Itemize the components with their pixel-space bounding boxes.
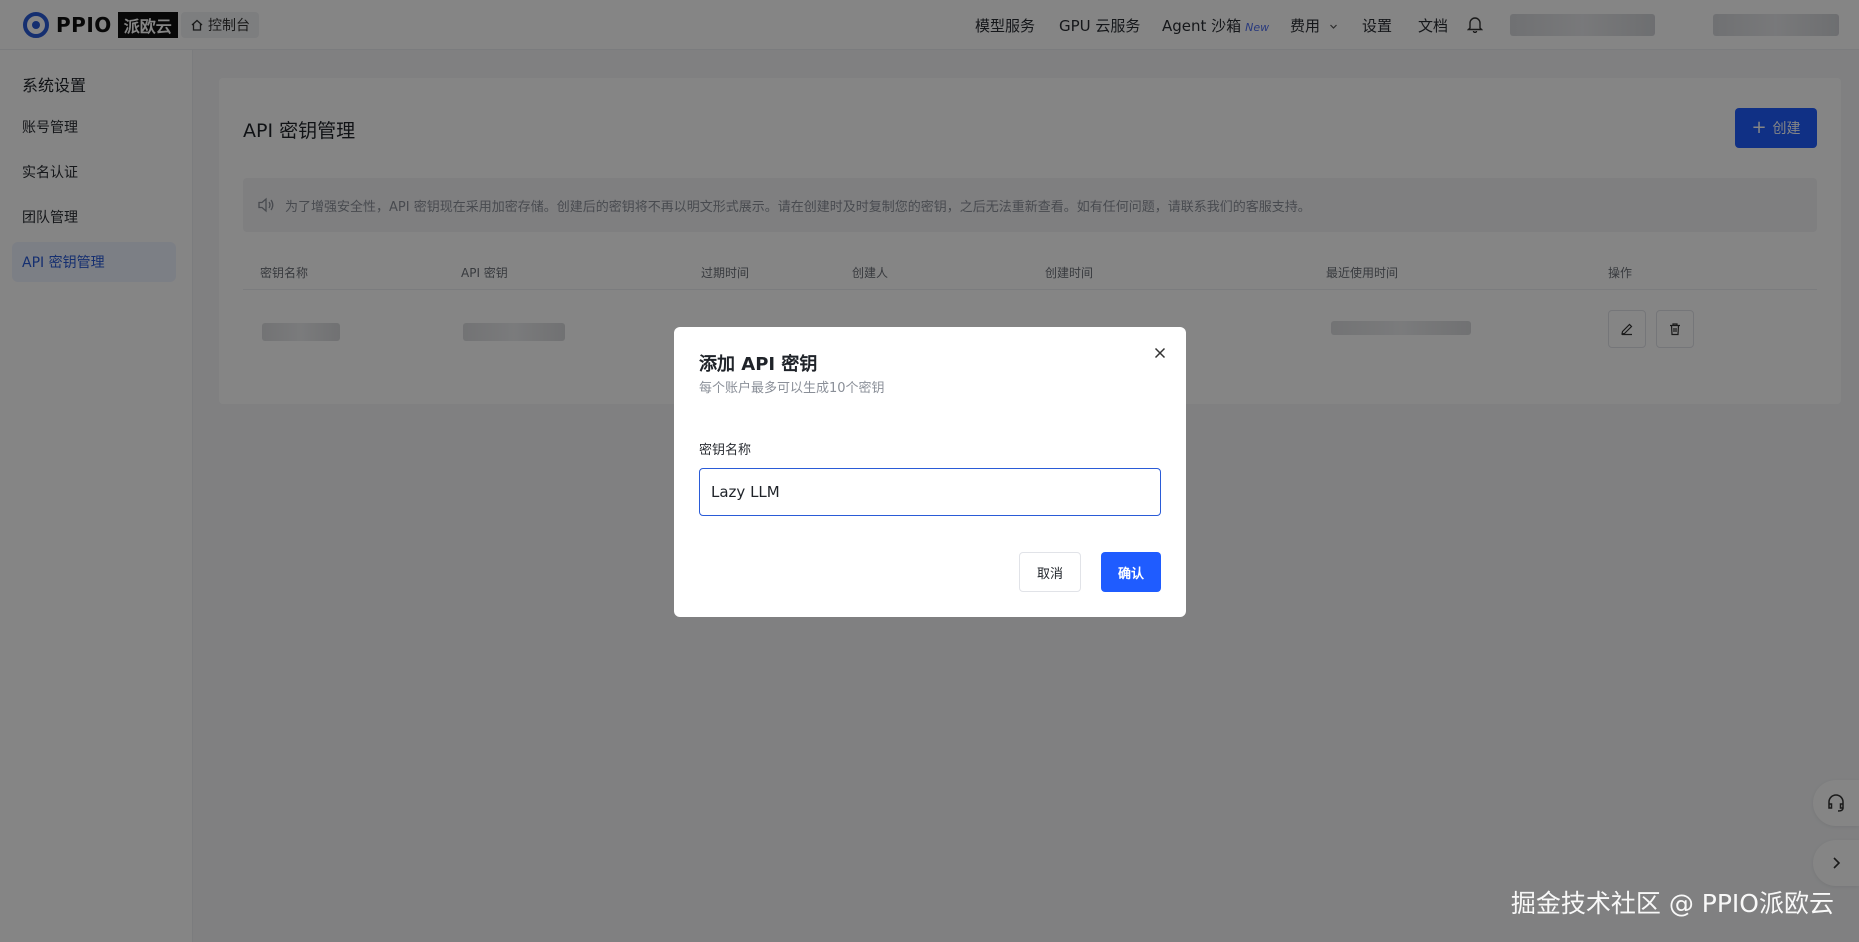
dialog-subtitle: 每个账户最多可以生成10个密钥 <box>699 381 885 396</box>
confirm-button[interactable]: 确认 <box>1101 552 1161 592</box>
key-name-input[interactable] <box>699 468 1161 516</box>
close-icon[interactable] <box>1150 343 1170 363</box>
key-name-label: 密钥名称 <box>699 443 752 458</box>
watermark: 掘金技术社区 @ PPIO派欧云 <box>1510 889 1834 918</box>
cancel-button[interactable]: 取消 <box>1019 552 1081 592</box>
dialog-title: 添加 API 密钥 <box>699 354 818 375</box>
add-api-key-dialog: 添加 API 密钥 每个账户最多可以生成10个密钥 密钥名称 取消 确认 <box>674 327 1186 617</box>
